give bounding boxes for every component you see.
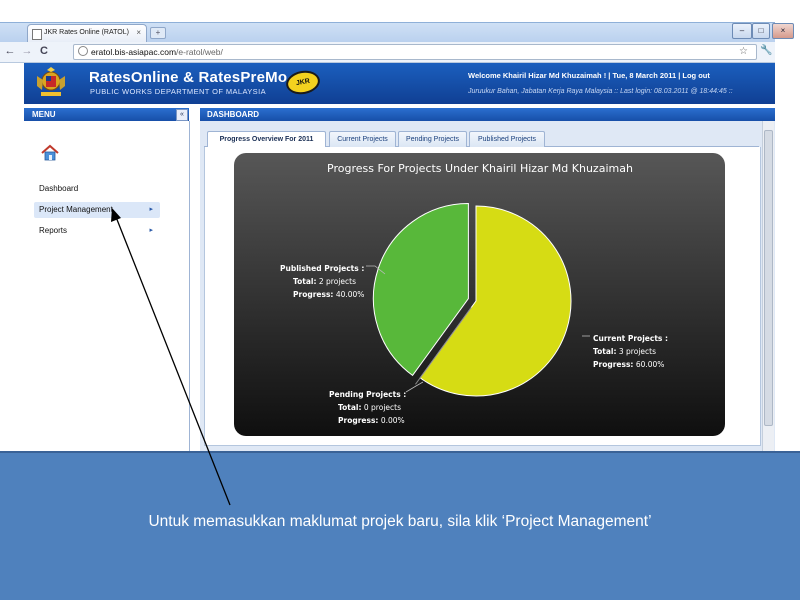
window-close-button[interactable]: × — [772, 23, 794, 39]
tab-close-icon[interactable]: × — [136, 28, 141, 37]
total-label: Total: — [593, 347, 617, 356]
brand-title: RatesOnline & RatesPreMo — [89, 69, 288, 86]
total-label: Total: — [338, 403, 362, 412]
sidebar-item-project-management[interactable]: Project Management ▸ — [34, 202, 160, 218]
department-subtitle: PUBLIC WORKS DEPARTMENT OF MALAYSIA — [90, 87, 266, 96]
progress-label: Progress: — [338, 416, 378, 425]
last-login-info: Juruukur Bahan, Jabatan Kerja Raya Malay… — [468, 88, 733, 95]
sidebar-item-reports[interactable]: Reports ▸ — [34, 223, 160, 239]
pie-slices — [372, 203, 572, 397]
wrench-icon[interactable]: 🔧 — [760, 44, 772, 58]
reload-button[interactable]: C — [37, 44, 51, 58]
dashboard-header: DASHBOARD — [200, 108, 775, 121]
submenu-arrow-icon: ▸ — [149, 206, 153, 213]
total-value: 2 projects — [319, 277, 356, 286]
pie-chart: Progress For Projects Under Khairil Hiza… — [280, 162, 668, 425]
progress-value: 40.00% — [336, 290, 365, 299]
sidebar-item-label: Reports — [39, 226, 68, 235]
address-bar[interactable]: eratol.bis-asiapac.com/e-ratol/web/ ☆ — [73, 44, 757, 60]
submenu-arrow-icon: ▸ — [149, 227, 153, 234]
tab-published-projects[interactable]: Published Projects — [469, 131, 545, 147]
label-current-total: Total: 3 projects — [593, 347, 656, 356]
bookmark-star-icon[interactable]: ☆ — [739, 45, 748, 59]
tab-progress-overview[interactable]: Progress Overview For 2011 — [207, 131, 326, 148]
sidebar-item-label: Project Management — [39, 205, 113, 214]
label-published-progress: Progress: 40.00% — [293, 290, 364, 299]
tab-current-projects[interactable]: Current Projects — [329, 131, 396, 147]
collapse-menu-button[interactable]: « — [176, 109, 188, 121]
forward-button[interactable]: → — [20, 44, 34, 58]
total-value: 0 projects — [364, 403, 401, 412]
browser-tab[interactable]: JKR Rates Online (RATOL) × — [27, 24, 147, 42]
new-tab-button[interactable]: + — [150, 27, 166, 39]
tab-pending-projects[interactable]: Pending Projects — [398, 131, 467, 147]
browser-tab-title: JKR Rates Online (RATOL) — [44, 29, 129, 36]
sidebar — [24, 121, 190, 451]
sidebar-item-label: Dashboard — [39, 184, 79, 193]
label-current-progress: Progress: 60.00% — [593, 360, 664, 369]
label-pending-progress: Progress: 0.00% — [338, 416, 405, 425]
progress-label: Progress: — [293, 290, 333, 299]
progress-value: 0.00% — [381, 416, 405, 425]
page-favicon-icon — [32, 29, 42, 40]
label-current-name: Current Projects : — [593, 334, 668, 343]
minimize-button[interactable]: – — [732, 23, 752, 39]
progress-value: 60.00% — [636, 360, 665, 369]
malaysia-crest-icon — [37, 67, 65, 96]
url-domain: eratol.bis-asiapac.com — [91, 47, 177, 57]
welcome-bar[interactable]: Welcome Khairil Hizar Md Khuzaimah ! | T… — [468, 71, 710, 80]
scrollbar-thumb[interactable] — [764, 130, 773, 426]
instruction-text: Untuk memasukkan maklumat projek baru, s… — [148, 513, 652, 530]
menu-header: MENU — [24, 108, 189, 121]
progress-label: Progress: — [593, 360, 633, 369]
leader-line-pending — [405, 381, 424, 393]
home-icon[interactable] — [40, 144, 60, 162]
url-path: /e-ratol/web/ — [176, 47, 223, 57]
label-pending-total: Total: 0 projects — [338, 403, 401, 412]
total-label: Total: — [293, 277, 317, 286]
label-published-name: Published Projects : — [280, 264, 364, 273]
sidebar-item-dashboard[interactable]: Dashboard — [34, 181, 160, 197]
label-published-total: Total: 2 projects — [293, 277, 356, 286]
globe-icon — [78, 46, 88, 56]
back-button[interactable]: ← — [3, 44, 17, 58]
total-value: 3 projects — [619, 347, 656, 356]
chart-title: Progress For Projects Under Khairil Hiza… — [327, 162, 633, 175]
maximize-button[interactable]: □ — [752, 23, 770, 39]
label-pending-name: Pending Projects : — [329, 390, 406, 399]
